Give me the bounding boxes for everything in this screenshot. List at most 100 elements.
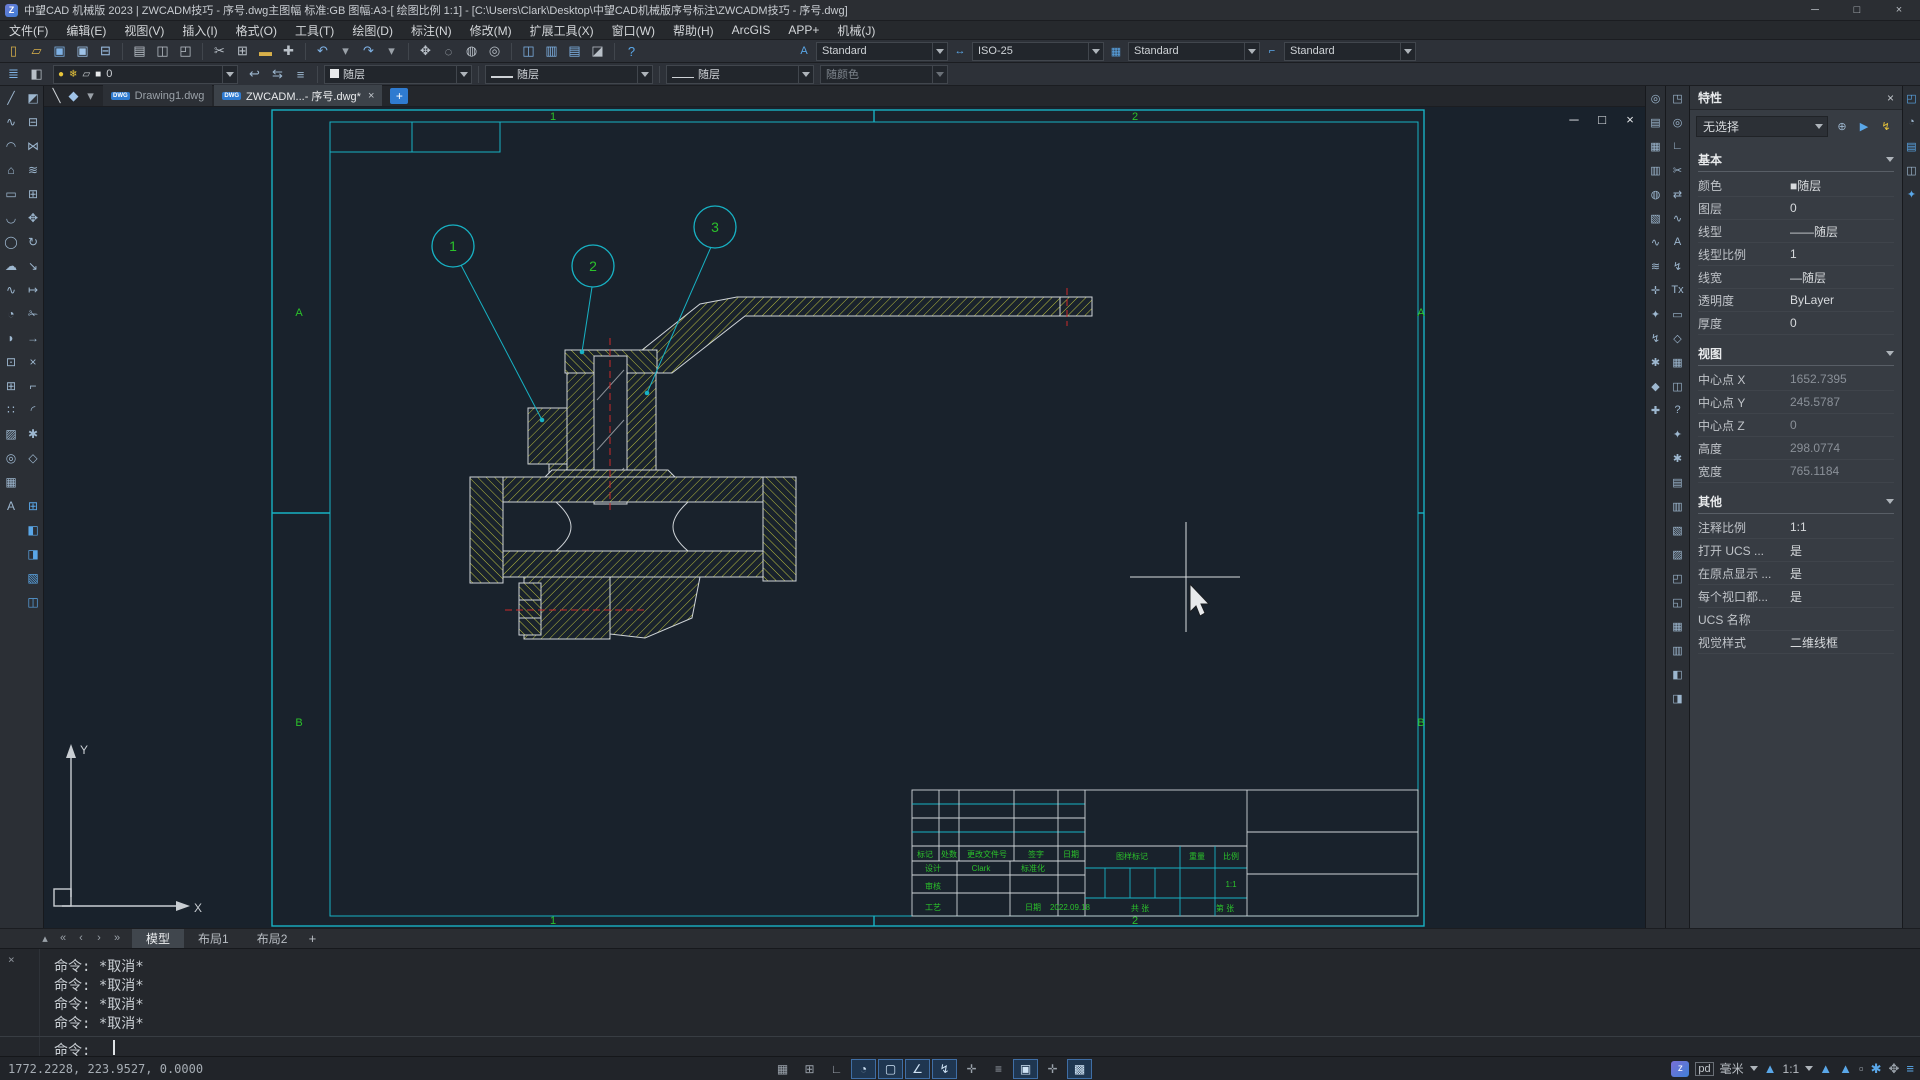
property-row[interactable]: 透明度 ByLayer xyxy=(1698,289,1894,312)
menu-item[interactable]: 修改(M) xyxy=(461,21,521,40)
unit-label[interactable]: 毫米 xyxy=(1720,1060,1744,1077)
tray-up-icon[interactable]: ▴ xyxy=(36,932,54,945)
property-row[interactable]: 图层 0 xyxy=(1698,197,1894,220)
property-row[interactable]: 线型比例 1 xyxy=(1698,243,1894,266)
scale-drop-icon[interactable] xyxy=(1805,1066,1814,1071)
tab-close-icon[interactable]: × xyxy=(368,90,374,102)
burst2-icon[interactable]: ✱ xyxy=(1666,446,1689,470)
style-combo[interactable]: Standard xyxy=(1128,41,1260,61)
combo-arrow-icon[interactable] xyxy=(222,65,237,83)
property-row[interactable]: 视觉样式 二维线框 xyxy=(1698,631,1894,654)
status-toggle[interactable]: ✛ xyxy=(1040,1059,1065,1079)
view-icon[interactable]: ◳ xyxy=(1666,86,1689,110)
menu-item[interactable]: 编辑(E) xyxy=(57,21,115,40)
property-row[interactable]: 打开 UCS ... 是 xyxy=(1698,539,1894,562)
zoom-window-icon[interactable]: ◍ xyxy=(460,41,483,61)
property-row[interactable]: 线型 ——随层 xyxy=(1698,220,1894,243)
plus-icon[interactable]: ✚ xyxy=(1646,398,1665,422)
property-row[interactable]: 中心点 Z 0 xyxy=(1698,414,1894,437)
named-views-icon[interactable]: ▥ xyxy=(540,41,563,61)
trash-icon[interactable]: ▦ xyxy=(1666,350,1689,374)
add-layout-button[interactable]: + xyxy=(301,931,323,946)
document-tab[interactable]: DWG ZWCADM...- 序号.dwg* × xyxy=(214,85,383,106)
save-as-icon[interactable]: ▣ xyxy=(71,41,94,61)
doc4-icon[interactable]: ▨ xyxy=(1666,542,1689,566)
section-header[interactable]: 视图 xyxy=(1698,345,1894,366)
layer-freeze-icon[interactable]: ❄ xyxy=(69,69,77,80)
property-row[interactable]: 高度 298.0774 xyxy=(1698,437,1894,460)
zoom-detail-icon[interactable]: ◍ xyxy=(1646,182,1665,206)
layer-previous-icon[interactable]: ↩ xyxy=(243,64,266,84)
selection-filter-icon[interactable]: ▫ xyxy=(1859,1061,1864,1077)
table3-icon[interactable]: ▥ xyxy=(1666,638,1689,662)
spline2-icon[interactable]: ∿ xyxy=(1666,206,1689,230)
status-toggle[interactable]: ▢ xyxy=(878,1058,903,1079)
status-menu-icon[interactable]: ≡ xyxy=(1906,1061,1914,1077)
mirror-icon[interactable]: ⋈ xyxy=(22,134,44,158)
half2-icon[interactable]: ◨ xyxy=(1666,686,1689,710)
document-tab[interactable]: DWG Drawing1.dwg × xyxy=(103,85,213,106)
fullscreen-icon[interactable]: ✥ xyxy=(1889,1061,1900,1077)
make-block-icon[interactable]: ⊞ xyxy=(0,374,22,398)
spline-icon[interactable]: ∿ xyxy=(0,278,22,302)
property-row[interactable]: 线宽 —随层 xyxy=(1698,266,1894,289)
panel5-icon[interactable]: ✦ xyxy=(1903,182,1920,206)
next-tab-icon[interactable]: › xyxy=(90,932,108,945)
chamfer-icon[interactable]: ⌐ xyxy=(22,374,44,398)
letter-icon[interactable]: A xyxy=(1666,230,1689,254)
lightning-icon[interactable]: ↯ xyxy=(1666,254,1689,278)
ellipse-icon[interactable]: ◔ xyxy=(0,302,22,326)
redo-icon[interactable]: ↷ xyxy=(357,41,380,61)
circle-icon[interactable]: ◯ xyxy=(0,230,22,254)
erase-icon[interactable]: ◩ xyxy=(22,86,44,110)
balloon-icon[interactable]: ◇ xyxy=(1666,326,1689,350)
plotstyle-combo[interactable]: 随颜色 xyxy=(820,64,948,84)
half1-icon[interactable]: ◧ xyxy=(1666,662,1689,686)
style-combo[interactable]: Standard xyxy=(1284,41,1416,61)
combo-arrow-icon[interactable] xyxy=(932,42,947,60)
copy-icon[interactable]: ⊞ xyxy=(231,41,254,61)
trim-icon[interactable]: ✁ xyxy=(22,302,44,326)
property-row[interactable]: UCS 名称 xyxy=(1698,608,1894,631)
array-icon[interactable]: ⊞ xyxy=(22,182,44,206)
selection-combo[interactable]: 无选择 xyxy=(1696,116,1828,137)
new-file-icon[interactable]: ▯ xyxy=(2,41,25,61)
circle-mark-icon[interactable]: ◎ xyxy=(1666,110,1689,134)
layer-isolate-icon[interactable]: ≡ xyxy=(289,64,312,84)
copy-obj-icon[interactable]: ⊟ xyxy=(22,110,44,134)
zoom-previous-icon[interactable]: ◎ xyxy=(483,41,506,61)
revcloud-icon[interactable]: ☁ xyxy=(0,254,22,278)
section-header[interactable]: 基本 xyxy=(1698,151,1894,172)
property-row[interactable]: 厚度 0 xyxy=(1698,312,1894,335)
pan-icon[interactable]: ✥ xyxy=(414,41,437,61)
layout-tab[interactable]: 布局1 xyxy=(184,929,243,949)
annotation-scale-value[interactable]: 1:1 xyxy=(1783,1062,1800,1076)
insert-block-icon[interactable]: ⊡ xyxy=(0,350,22,374)
redo-list-icon[interactable]: ▾ xyxy=(380,41,403,61)
help2-icon[interactable]: ? xyxy=(1666,398,1689,422)
status-toggle[interactable]: ≡ xyxy=(986,1059,1011,1079)
panel1-icon[interactable]: ◰ xyxy=(1903,86,1920,110)
command-close-icon[interactable]: × xyxy=(8,953,15,966)
move-icon[interactable]: ✥ xyxy=(22,206,44,230)
property-row[interactable]: 注释比例 1:1 xyxy=(1698,516,1894,539)
layer-lock-icon[interactable]: ▱ xyxy=(82,69,90,80)
status-toggle[interactable]: ⊞ xyxy=(797,1059,822,1079)
style-combo[interactable]: Standard xyxy=(816,41,948,61)
offset-icon[interactable]: ≋ xyxy=(22,158,44,182)
plot-icon[interactable]: ▤ xyxy=(128,41,151,61)
status-toggle[interactable]: ◔ xyxy=(851,1058,876,1079)
table2-icon[interactable]: ▦ xyxy=(1666,614,1689,638)
save-icon[interactable]: ▣ xyxy=(48,41,71,61)
wave-icon[interactable]: ∿ xyxy=(1646,230,1665,254)
publish-icon[interactable]: ◰ xyxy=(174,41,197,61)
undo-icon[interactable]: ↶ xyxy=(311,41,334,61)
doc-minimize-button[interactable]: ─ xyxy=(1565,112,1583,127)
unit-drop-icon[interactable] xyxy=(1749,1066,1758,1071)
combo-arrow-icon[interactable] xyxy=(456,65,471,83)
mtext-icon[interactable]: A xyxy=(0,494,22,518)
first-tab-icon[interactable]: « xyxy=(54,932,72,945)
hatch-tool-icon[interactable]: ▧ xyxy=(1646,206,1665,230)
zw-touch-icon[interactable]: z xyxy=(1671,1060,1690,1077)
pick-add-icon[interactable]: ⊕ xyxy=(1832,117,1852,137)
